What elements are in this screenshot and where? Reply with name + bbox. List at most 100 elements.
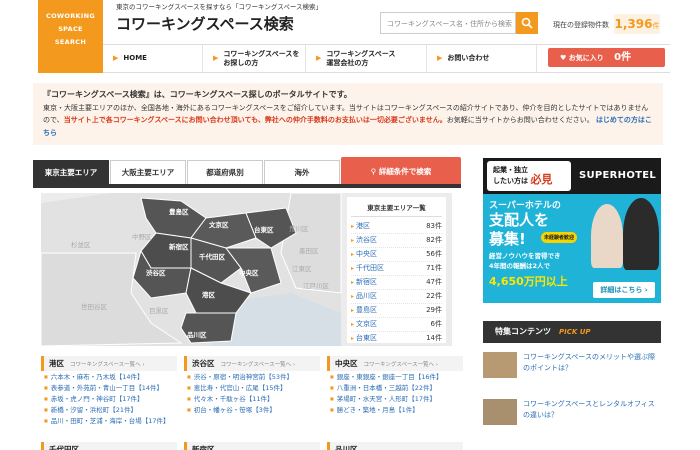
ward-column-header[interactable]: 新宿区 [184, 442, 320, 450]
area-row[interactable]: 新宿区 47件 [351, 276, 442, 290]
logo-line: SEARCH [54, 38, 87, 46]
site-logo[interactable]: COWORKING SPACE SEARCH [38, 0, 103, 73]
ad-person-image [591, 204, 623, 268]
ward-column-link[interactable]: コワーキングスペース一覧へ › [221, 362, 296, 368]
area-row[interactable]: 中央区 56件 [351, 248, 442, 262]
ward-column-shinjuku: 新宿区 [184, 442, 320, 450]
map-label-setagaya: 世田谷区 [81, 303, 107, 311]
map-label-bunkyo: 文京区 [209, 221, 229, 229]
area-row[interactable]: 千代田区 71件 [351, 262, 442, 276]
area-row[interactable]: 渋谷区 82件 [351, 234, 442, 248]
detail-search-button[interactable]: ⚲ 詳細条件で検索 [341, 157, 461, 187]
site-title[interactable]: コワーキングスペース検索 [116, 13, 294, 34]
area-row[interactable]: 文京区 6件 [351, 318, 442, 332]
list-item[interactable]: 新橋・汐留・浜松町【21件】 [41, 404, 177, 415]
nav-seekers[interactable]: ▶ コワーキングスペースを お探しの方 [203, 45, 306, 72]
area-count: 22件 [426, 292, 442, 300]
map-label-edogawa: 江戸川区 [303, 282, 329, 290]
ward-column-header[interactable]: 渋谷区 コワーキングスペース一覧へ › [184, 356, 320, 371]
tab-tokyo[interactable]: 東京主要エリア [33, 160, 109, 184]
map-label-sumida: 墨田区 [299, 247, 319, 255]
area-name: 豊島区 [351, 304, 377, 317]
intro-tail: お気軽に当サイトからお問い合わせください。 [446, 116, 594, 124]
search-icon: ⚲ [370, 167, 377, 176]
list-item[interactable]: 初台・幡ヶ谷・笹塚【3件】 [184, 404, 320, 415]
list-item[interactable]: 赤坂・虎ノ門・神谷町【17件】 [41, 393, 177, 404]
area-count: 14件 [426, 334, 442, 342]
tab-osaka[interactable]: 大阪主要エリア [110, 160, 186, 184]
area-list-panel: 東京主要エリア一覧 港区 83件 渋谷区 82件 中央区 56件 千代田区 71件 新宿… [347, 197, 446, 346]
ward-column-title: 中央区 [335, 359, 358, 368]
special-item-text: コワーキングスペースとレンタルオフィスの違いは？ [523, 400, 655, 419]
chevron-right-icon: ▶ [316, 54, 322, 62]
map-label-nakano: 中野区 [132, 233, 152, 241]
tab-prefecture[interactable]: 都道府県別 [187, 160, 263, 184]
chevron-right-icon: ▶ [113, 54, 119, 62]
area-name: 台東区 [351, 332, 377, 345]
area-count: 82件 [426, 236, 442, 244]
ad-badge-line: したい方は [493, 177, 528, 185]
banner-ad[interactable]: 起業・独立 したい方は 必見 SUPERHOTEL スーパーホテルの 支配人を … [483, 158, 661, 303]
list-item[interactable]: 八重洲・日本橋・三越前【22件】 [327, 382, 463, 393]
nav-label: コワーキングスペースを お探しの方 [223, 49, 300, 67]
heart-icon: ♥ [560, 54, 567, 62]
list-item[interactable]: 表参道・外苑前・青山一丁目【14件】 [41, 382, 177, 393]
list-item[interactable]: 渋谷・原宿・明治神宮前【53件】 [184, 371, 320, 382]
ward-column-shibuya: 渋谷区コワーキングスペース一覧へ › 渋谷・原宿・明治神宮前【53件】 恵比寿・… [184, 356, 320, 415]
ward-column-link[interactable]: コワーキングスペース一覧へ › [364, 362, 439, 368]
area-count: 47件 [426, 278, 442, 286]
ward-column-title: 渋谷区 [192, 359, 215, 368]
list-item[interactable]: 代々木・千駄ヶ谷【11件】 [184, 393, 320, 404]
list-item[interactable]: 六本木・麻布・乃木坂【14件】 [41, 371, 177, 382]
ad-person-image [623, 198, 659, 270]
area-row[interactable]: 品川区 22件 [351, 290, 442, 304]
search-input[interactable]: コワーキングスペース名・住所から検索 [380, 12, 516, 34]
map-label-minato: 港区 [202, 291, 215, 299]
chevron-right-icon: ▶ [213, 54, 219, 62]
special-thumbnail [483, 352, 517, 378]
area-row[interactable]: 港区 83件 [351, 220, 442, 234]
list-item[interactable]: 茅場町・水天宮・人形町【17件】 [327, 393, 463, 404]
favorites-button[interactable]: ♥ お気に入り 0件 [548, 48, 665, 67]
nav-contact[interactable]: ▶ お問い合わせ [427, 45, 537, 72]
ad-line: 経営ノウハウを習得でき [489, 252, 561, 260]
area-row[interactable]: 豊島区 29件 [351, 304, 442, 318]
ward-column-header[interactable]: 千代田区 [41, 442, 177, 450]
ward-column-header[interactable]: 品川区 [327, 442, 463, 450]
ward-column-link[interactable]: コワーキングスペース一覧へ › [70, 362, 145, 368]
map-label-shibuya: 渋谷区 [146, 269, 166, 277]
area-count: 29件 [426, 306, 442, 314]
area-count: 83件 [426, 222, 442, 230]
special-thumbnail [483, 399, 517, 425]
nav-operators[interactable]: ▶ コワーキングスペース 運営会社の方 [306, 45, 427, 72]
area-name: 千代田区 [351, 262, 384, 275]
nav-label: コワーキングスペース 運営会社の方 [326, 49, 396, 67]
list-item[interactable]: 品川・田町・芝浦・海岸・台場【17件】 [41, 415, 177, 426]
listing-count-unit: 件 [652, 22, 660, 30]
ward-column-header[interactable]: 中央区 コワーキングスペース一覧へ › [327, 356, 463, 371]
special-item[interactable]: コワーキングスペースのメリットや選ぶ際のポイントは？ [483, 348, 661, 388]
area-name: 渋谷区 [351, 234, 377, 247]
map-label-shinjuku: 新宿区 [169, 243, 189, 251]
listing-count-label: 現在の登録物件数 [553, 21, 609, 29]
ad-cta-button[interactable]: 詳細はこちら › [593, 282, 655, 298]
ad-line: 支配人を [489, 211, 550, 229]
ad-badge: 起業・独立 したい方は 必見 [487, 161, 571, 191]
map-label-chiyoda: 千代田区 [199, 253, 225, 261]
area-row[interactable]: 台東区 14件 [351, 332, 442, 346]
intro-lead: 『コワーキングスペース検索』は、コワーキングスペース探しのポータルサイトです。 [43, 90, 352, 99]
area-count: 56件 [426, 250, 442, 258]
ad-badge-strong: 必見 [530, 173, 553, 186]
area-list-title: 東京主要エリア一覧 [351, 202, 442, 217]
search-button[interactable] [516, 12, 538, 34]
ad-brand-logo: SUPERHOTEL [579, 170, 657, 181]
tab-overseas[interactable]: 海外 [264, 160, 340, 184]
list-item[interactable]: 勝どき・築地・月島【1件】 [327, 404, 463, 415]
nav-home[interactable]: ▶ HOME [103, 45, 203, 72]
ward-column-minato: 港区コワーキングスペース一覧へ › 六本木・麻布・乃木坂【14件】 表参道・外苑… [41, 356, 177, 426]
list-item[interactable]: 銀座・東銀座・銀座一丁目【16件】 [327, 371, 463, 382]
ward-column-header[interactable]: 港区 コワーキングスペース一覧へ › [41, 356, 177, 371]
special-item[interactable]: コワーキングスペースとレンタルオフィスの違いは？ [483, 395, 661, 435]
list-item[interactable]: 恵比寿・代官山・広尾【15件】 [184, 382, 320, 393]
ward-column-chiyoda: 千代田区 [41, 442, 177, 450]
